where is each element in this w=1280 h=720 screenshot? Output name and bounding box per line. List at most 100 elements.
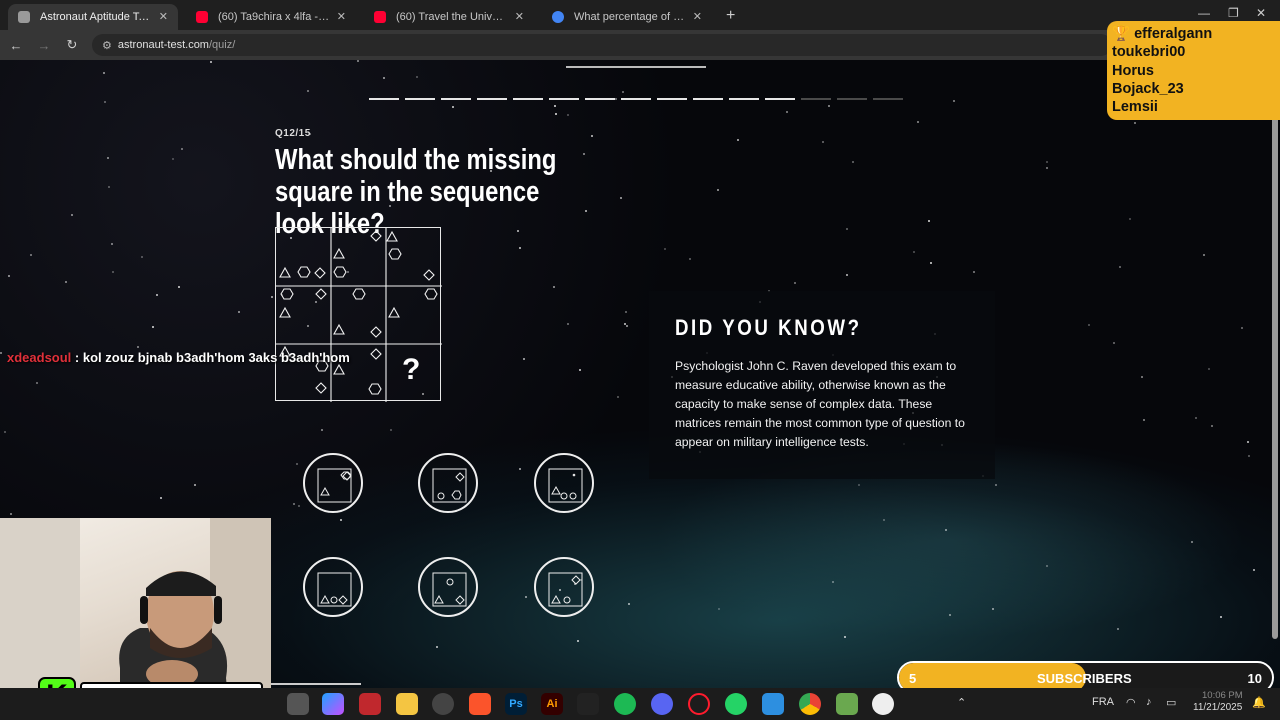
star xyxy=(1208,368,1210,370)
star xyxy=(340,519,342,521)
question-title: What should the missing square in the se… xyxy=(275,144,557,240)
star xyxy=(178,286,180,288)
progress-segment xyxy=(585,98,615,100)
url-field[interactable]: ⚙ astronaut-test.com/quiz/ xyxy=(92,34,1112,56)
star xyxy=(1253,569,1255,571)
answer-option-1[interactable] xyxy=(303,453,363,513)
wifi-icon[interactable]: ◠ xyxy=(1126,696,1136,709)
app-icon[interactable] xyxy=(762,693,784,715)
figma-icon[interactable] xyxy=(577,693,599,715)
star xyxy=(928,220,930,222)
answer-option-5[interactable] xyxy=(418,557,478,617)
volume-icon[interactable]: ♪ xyxy=(1146,696,1152,708)
photoshop-icon[interactable]: Ps xyxy=(505,693,527,715)
star xyxy=(112,271,114,273)
chat-separator: : xyxy=(71,350,83,365)
close-tab-icon[interactable]: ✕ xyxy=(159,10,168,23)
file-explorer-icon[interactable] xyxy=(396,693,418,715)
tab-title: (60) Ta9chira x 4lfa - Astronaut xyxy=(218,11,330,23)
star xyxy=(591,135,593,137)
subs-current: 5 xyxy=(909,671,917,686)
star xyxy=(152,326,154,328)
url-host: astronaut-test.com xyxy=(117,39,209,51)
tray-overflow-icon[interactable]: ⌃ xyxy=(957,696,966,709)
progress-segment xyxy=(837,98,867,100)
whatsapp-icon[interactable] xyxy=(725,693,747,715)
star xyxy=(852,161,854,163)
star xyxy=(416,76,418,78)
close-tab-icon[interactable]: ✕ xyxy=(515,10,524,23)
star xyxy=(1119,266,1121,268)
leaderboard-entry-1: 🏆 efferalgann xyxy=(1112,26,1213,42)
restore-icon[interactable]: ❐ xyxy=(1228,6,1239,20)
opera-icon[interactable] xyxy=(688,693,710,715)
task-view-icon[interactable] xyxy=(287,693,309,715)
tab-title: Astronaut Aptitude Test xyxy=(40,11,152,23)
star xyxy=(1191,541,1193,543)
copilot-icon[interactable] xyxy=(322,693,344,715)
star xyxy=(822,141,824,143)
settings-icon[interactable] xyxy=(432,693,454,715)
star xyxy=(737,139,739,141)
star xyxy=(622,91,624,93)
star xyxy=(111,243,113,245)
star xyxy=(4,431,6,433)
answer-option-4[interactable] xyxy=(303,557,363,617)
spotify-icon[interactable] xyxy=(614,693,636,715)
close-tab-icon[interactable]: ✕ xyxy=(693,10,702,23)
illustrator-icon[interactable]: Ai xyxy=(541,693,563,715)
star xyxy=(1117,628,1119,630)
star xyxy=(846,274,848,276)
chat-text: kol zouz bjnab b3adh'hom 3aks b3adh'hom xyxy=(82,350,350,365)
divider xyxy=(271,683,361,685)
clock-time[interactable]: 10:06 PM xyxy=(1202,690,1243,701)
clock-date[interactable]: 11/21/2025 xyxy=(1193,702,1242,713)
new-tab-button[interactable]: + xyxy=(726,7,735,25)
tab-astronaut-test[interactable]: Astronaut Aptitude Test ✕ xyxy=(8,4,178,30)
close-tab-icon[interactable]: ✕ xyxy=(337,10,346,23)
star xyxy=(913,251,915,253)
tab-google[interactable]: What percentage of the Earth's ✕ xyxy=(542,4,712,30)
google-icon xyxy=(552,11,564,23)
star xyxy=(238,311,240,313)
notification-icon[interactable]: 🔔 xyxy=(1252,696,1266,709)
minimize-icon[interactable]: — xyxy=(1198,6,1210,20)
mcafee-icon[interactable] xyxy=(359,693,381,715)
progress-segment xyxy=(873,98,903,100)
star xyxy=(30,254,32,256)
answer-option-2[interactable] xyxy=(418,453,478,513)
star xyxy=(156,294,158,296)
progress-segment xyxy=(657,98,687,100)
tab-youtube-2[interactable]: (60) Travel the Universe Wh ✕ xyxy=(364,4,534,30)
site-info-icon[interactable]: ⚙ xyxy=(102,39,112,52)
language-indicator[interactable]: FRA xyxy=(1092,696,1114,708)
star xyxy=(553,286,555,288)
app-icon[interactable] xyxy=(836,693,858,715)
page-scrollbar[interactable] xyxy=(1272,64,1278,639)
battery-icon[interactable]: ▭ xyxy=(1166,696,1176,709)
forward-icon[interactable]: → xyxy=(32,38,56,53)
star xyxy=(953,100,955,102)
tab-youtube-1[interactable]: (60) Ta9chira x 4lfa - Astronaut ✕ xyxy=(186,4,356,30)
obs-icon[interactable] xyxy=(872,693,894,715)
star xyxy=(436,646,438,648)
discord-icon[interactable] xyxy=(651,693,673,715)
window-close-icon[interactable]: ✕ xyxy=(1256,6,1266,20)
star xyxy=(973,271,975,273)
star xyxy=(194,484,196,486)
star xyxy=(519,468,521,470)
back-icon[interactable]: ← xyxy=(4,38,28,53)
star xyxy=(1046,565,1048,567)
brave-icon[interactable] xyxy=(469,693,491,715)
reload-icon[interactable]: ↻ xyxy=(60,37,84,53)
star xyxy=(1046,161,1048,163)
progress-segment xyxy=(405,98,435,100)
star xyxy=(181,148,183,150)
star xyxy=(577,640,579,642)
answer-option-6[interactable] xyxy=(534,557,594,617)
star xyxy=(583,153,585,155)
chrome-icon[interactable] xyxy=(799,693,821,715)
answer-option-3[interactable] xyxy=(534,453,594,513)
star xyxy=(1046,167,1048,169)
star xyxy=(1141,376,1143,378)
